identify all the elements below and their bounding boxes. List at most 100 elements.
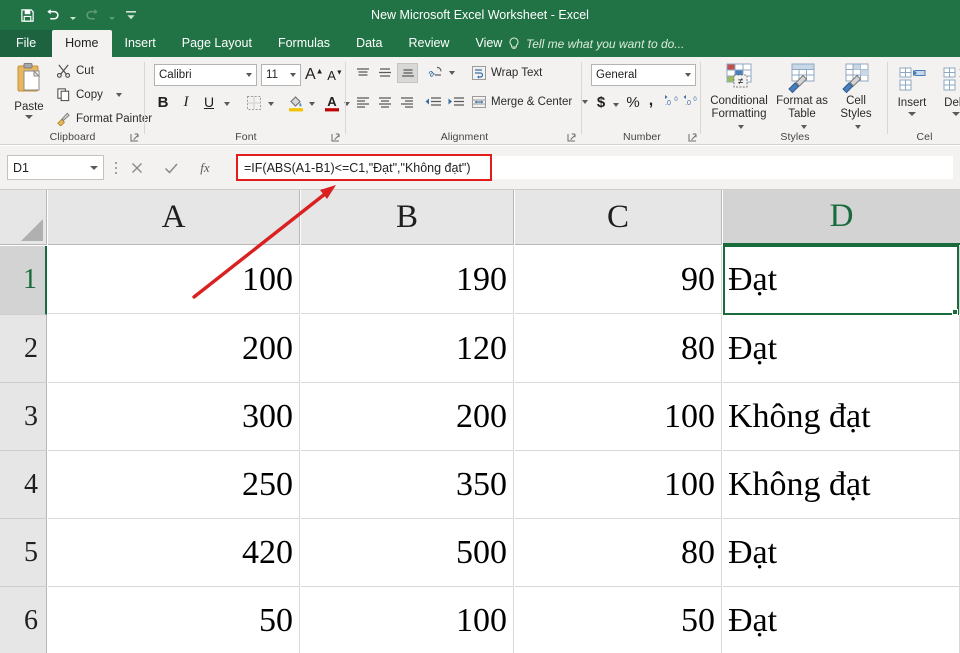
font-size-dropdown-icon[interactable] — [290, 73, 296, 77]
paste-button[interactable]: Paste — [6, 61, 52, 119]
name-box[interactable]: D1 — [7, 155, 104, 180]
shrink-font-button[interactable]: A▼ — [326, 67, 344, 83]
delete-cells-dropdown-icon[interactable] — [952, 112, 960, 116]
cell-d6[interactable]: Đạt — [723, 587, 960, 653]
alignment-dialog-launcher-icon[interactable] — [567, 133, 576, 142]
decrease-decimal-button[interactable]: .00 — [682, 93, 700, 110]
align-top-button[interactable] — [353, 65, 372, 81]
decrease-indent-button[interactable] — [423, 93, 443, 110]
wrap-text-button[interactable]: Wrap Text — [471, 65, 542, 81]
fill-handle[interactable] — [952, 309, 958, 315]
font-family-dropdown-icon[interactable] — [246, 73, 252, 77]
align-left-button[interactable] — [353, 93, 372, 110]
cell-b6[interactable]: 100 — [301, 587, 514, 653]
cell-styles-button[interactable]: Cell Styles — [832, 61, 880, 134]
row-header-4[interactable]: 4 — [0, 451, 47, 519]
column-header-c[interactable]: C — [515, 190, 722, 245]
row-header-5[interactable]: 5 — [0, 519, 47, 587]
orientation-dropdown-icon[interactable] — [447, 68, 456, 77]
cell-b4[interactable]: 350 — [301, 451, 514, 519]
cell-d5[interactable]: Đạt — [723, 519, 960, 587]
underline-dropdown-icon[interactable] — [222, 99, 231, 108]
tab-formulas[interactable]: Formulas — [265, 30, 343, 57]
insert-cells-dropdown-icon[interactable] — [908, 112, 916, 116]
tab-home[interactable]: Home — [52, 30, 111, 57]
cell-a5[interactable]: 420 — [48, 519, 300, 587]
format-as-table-dropdown-icon[interactable] — [801, 125, 807, 129]
insert-function-icon[interactable]: fx — [196, 159, 214, 177]
cell-d3[interactable]: Không đạt — [723, 383, 960, 451]
number-dialog-launcher-icon[interactable] — [688, 133, 697, 142]
cell-d4[interactable]: Không đạt — [723, 451, 960, 519]
borders-dropdown-icon[interactable] — [266, 99, 275, 108]
align-bottom-button[interactable] — [397, 63, 418, 83]
row-header-1[interactable]: 1 — [0, 246, 47, 315]
fill-color-dropdown-icon[interactable] — [307, 99, 316, 108]
bold-button[interactable]: B — [154, 94, 172, 111]
row-header-3[interactable]: 3 — [0, 383, 47, 451]
cell-b2[interactable]: 120 — [301, 315, 514, 383]
column-header-b[interactable]: B — [301, 190, 514, 245]
cell-d2[interactable]: Đạt — [723, 315, 960, 383]
cell-a2[interactable]: 200 — [48, 315, 300, 383]
align-right-button[interactable] — [397, 93, 416, 110]
conditional-formatting-button[interactable]: ≠ Conditional Formatting — [708, 61, 770, 134]
increase-indent-button[interactable] — [446, 93, 466, 110]
align-middle-button[interactable] — [375, 65, 394, 81]
formula-input[interactable]: =IF(ABS(A1-B1)<=C1,"Đạt","Không đạt") — [236, 154, 492, 181]
borders-button[interactable] — [244, 94, 263, 112]
comma-format-button[interactable]: , — [645, 92, 657, 110]
copy-button[interactable]: Copy — [56, 87, 122, 102]
cell-c2[interactable]: 80 — [515, 315, 722, 383]
cell-c1[interactable]: 90 — [515, 246, 722, 314]
conditional-formatting-dropdown-icon[interactable] — [738, 125, 744, 129]
name-box-dropdown-icon[interactable] — [90, 166, 98, 170]
column-header-a[interactable]: A — [48, 190, 300, 245]
copy-dropdown-icon[interactable] — [116, 93, 122, 97]
tab-file[interactable]: File — [0, 30, 52, 57]
accounting-dropdown-icon[interactable] — [611, 100, 620, 109]
number-format-dropdown-icon[interactable] — [685, 73, 691, 77]
merge-center-button[interactable]: Merge & Center — [471, 94, 588, 110]
tab-insert[interactable]: Insert — [112, 30, 169, 57]
formula-input-remainder[interactable] — [492, 155, 954, 180]
cancel-icon[interactable] — [128, 159, 146, 177]
cell-c3[interactable]: 100 — [515, 383, 722, 451]
clipboard-dialog-launcher-icon[interactable] — [130, 133, 139, 142]
font-size-combo[interactable]: 11 — [261, 64, 301, 86]
align-center-button[interactable] — [375, 93, 394, 110]
accounting-format-button[interactable]: $ — [593, 94, 609, 111]
italic-button[interactable]: I — [177, 94, 195, 111]
tab-review[interactable]: Review — [395, 30, 462, 57]
tell-me-search[interactable]: Tell me what you want to do... — [508, 30, 684, 57]
orientation-button[interactable]: a — [425, 63, 445, 82]
font-color-button[interactable]: A — [322, 92, 341, 112]
cell-styles-dropdown-icon[interactable] — [855, 125, 861, 129]
cell-b5[interactable]: 500 — [301, 519, 514, 587]
enter-icon[interactable] — [162, 159, 180, 177]
cell-a4[interactable]: 250 — [48, 451, 300, 519]
fill-color-button[interactable] — [286, 92, 305, 112]
row-header-2[interactable]: 2 — [0, 315, 47, 383]
cut-button[interactable]: Cut — [56, 63, 94, 78]
cell-b3[interactable]: 200 — [301, 383, 514, 451]
font-dialog-launcher-icon[interactable] — [331, 133, 340, 142]
cell-a6[interactable]: 50 — [48, 587, 300, 653]
cell-b1[interactable]: 190 — [301, 246, 514, 314]
row-header-6[interactable]: 6 — [0, 587, 47, 653]
cell-d1[interactable]: Đạt — [723, 246, 960, 314]
cell-a1[interactable]: 100 — [48, 246, 300, 314]
tab-page-layout[interactable]: Page Layout — [169, 30, 265, 57]
delete-cells-button[interactable]: Dele — [935, 63, 960, 116]
number-format-combo[interactable]: General — [591, 64, 696, 86]
format-as-table-button[interactable]: Format as Table — [774, 61, 830, 134]
grow-font-button[interactable]: A▲ — [305, 66, 323, 84]
percent-format-button[interactable]: % — [625, 94, 641, 111]
underline-button[interactable]: U — [200, 94, 218, 110]
tab-data[interactable]: Data — [343, 30, 395, 57]
cell-a3[interactable]: 300 — [48, 383, 300, 451]
select-all-corner[interactable] — [0, 190, 47, 245]
paste-dropdown-icon[interactable] — [25, 115, 33, 119]
cell-c6[interactable]: 50 — [515, 587, 722, 653]
cell-c5[interactable]: 80 — [515, 519, 722, 587]
